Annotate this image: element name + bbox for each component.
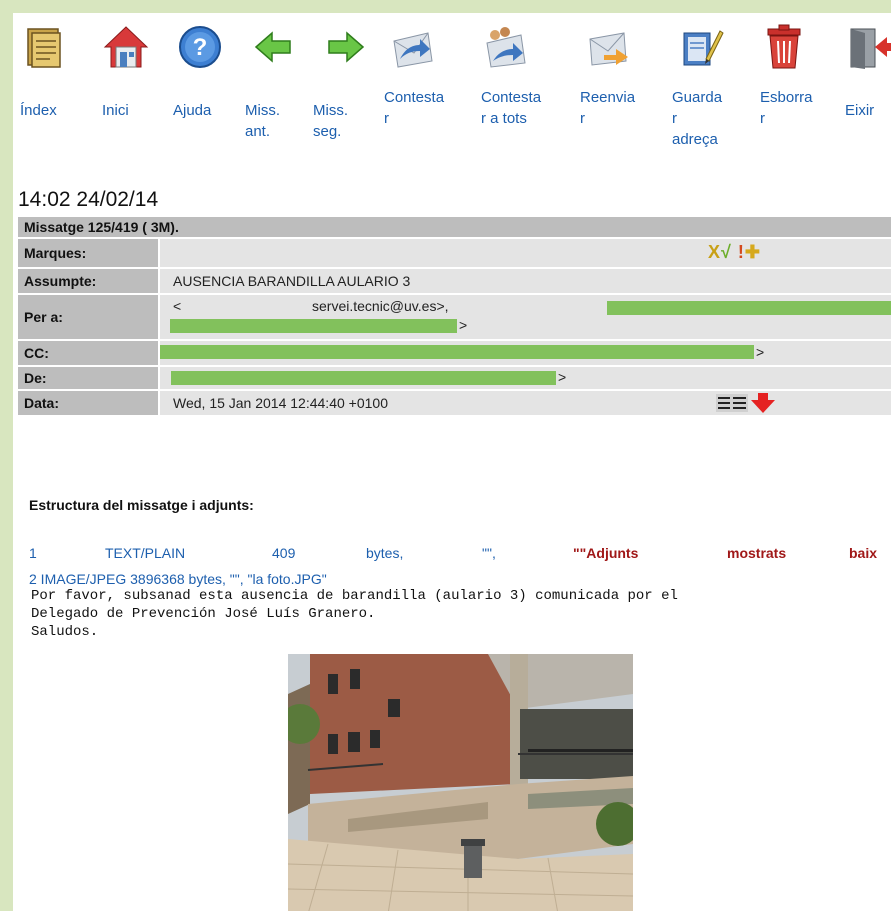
index-icon [27, 28, 61, 68]
flags-label-cell: Marques: [18, 239, 158, 267]
exit-door-icon [850, 28, 891, 69]
body-line: Saludos. [31, 624, 99, 640]
prev-message-label: Miss. ant. [245, 102, 280, 140]
date-value-cell: Wed, 15 Jan 2014 12:44:40 +0100 [160, 391, 891, 415]
redaction-bar [160, 345, 754, 359]
save-address-label: Guarda r adreça [672, 89, 723, 148]
reply-all-icon [486, 27, 526, 68]
date-row: Data: Wed, 15 Jan 2014 12:44:40 +0100 [18, 391, 891, 417]
part1-unit: bytes, [366, 545, 404, 561]
attached-photo[interactable] [288, 654, 633, 911]
from-value-cell: > [160, 367, 891, 389]
message-count: Missatge 125/419 ( 3M). [24, 219, 179, 235]
trash-icon [767, 24, 801, 69]
cc-label: CC: [24, 345, 49, 361]
flag-marks-icon[interactable]: X√ !✚ [708, 242, 761, 263]
body-line: Por favor, subsanad esta ausencia de bar… [31, 588, 678, 604]
date-label: Data: [24, 395, 60, 411]
cc-row: CC: > [18, 341, 891, 367]
attachments-note-3: baix [849, 545, 878, 561]
to-line2-end: > [459, 317, 468, 333]
flags-row: Marques: X√ !✚ [18, 239, 891, 269]
toolbar: Índex Inici ? Ajuda Miss. ant. Miss. seg… [13, 13, 891, 173]
mail-page: Índex Inici ? Ajuda Miss. ant. Miss. seg… [13, 13, 891, 911]
subject-label-cell: Assumpte: [18, 269, 158, 293]
redaction-bar [607, 301, 891, 315]
svg-text:?: ? [193, 34, 208, 61]
attachments-note-2: mostrats [727, 545, 787, 561]
attachments-note-1: ""Adjunts [573, 545, 639, 561]
next-message-label: Miss. seg. [313, 102, 348, 140]
part1-number[interactable]: 1 [29, 545, 37, 561]
current-time: 14:02 24/02/14 [18, 188, 159, 211]
to-row: Per a: < servei.tecnic@uv.es>, > > [18, 295, 891, 341]
flags-label: Marques: [24, 245, 87, 261]
part1-desc: "", [482, 545, 496, 561]
exit-label: Eixir [845, 102, 875, 119]
redaction-bar [170, 319, 457, 333]
body-line: Delegado de Prevención José Luís Granero… [31, 606, 376, 622]
from-label: De: [24, 370, 47, 386]
to-label-cell: Per a: [18, 295, 158, 339]
cc-end: > [756, 344, 765, 360]
cc-value-cell: > [160, 341, 891, 365]
help-icon: ? [179, 26, 221, 68]
help-label: Ajuda [173, 102, 212, 119]
subject-value-cell: AUSENCIA BARANDILLA AULARIO 3 [160, 269, 891, 293]
arrow-left-icon [254, 31, 291, 63]
download-arrow-icon[interactable] [750, 393, 776, 413]
to-prefix: < [173, 298, 182, 314]
forward-label: Reenvia r [580, 89, 636, 127]
subject-row: Assumpte: AUSENCIA BARANDILLA AULARIO 3 [18, 269, 891, 295]
subject-label: Assumpte: [24, 273, 97, 289]
to-email[interactable]: servei.tecnic@uv.es>, [312, 298, 449, 314]
from-label-cell: De: [18, 367, 158, 389]
cc-label-cell: CC: [18, 341, 158, 365]
subject-value: AUSENCIA BARANDILLA AULARIO 3 [173, 273, 411, 289]
date-value: Wed, 15 Jan 2014 12:44:40 +0100 [173, 395, 388, 411]
delete-label: Esborra r [760, 89, 813, 127]
part1-size: 409 [272, 545, 296, 561]
part2-attachment-link[interactable]: 2 IMAGE/JPEG 3896368 bytes, "", "la foto… [29, 571, 327, 587]
flags-value-cell: X√ !✚ [160, 239, 891, 267]
home-label: Inici [102, 102, 129, 119]
building-photo-image [288, 654, 633, 911]
to-value-cell: < servei.tecnic@uv.es>, > > [160, 295, 891, 339]
address-book-icon [683, 30, 724, 66]
part1-type[interactable]: TEXT/PLAIN [105, 545, 185, 561]
date-label-cell: Data: [18, 391, 158, 415]
from-row: De: > [18, 367, 891, 391]
reply-icon [393, 32, 433, 68]
structure-heading: Estructura del missatge i adjunts: [29, 497, 254, 513]
home-icon [103, 26, 149, 68]
reply-all-label: Contesta r a tots [481, 89, 542, 127]
reply-label: Contesta r [384, 89, 445, 127]
to-label: Per a: [24, 309, 63, 325]
from-end: > [558, 369, 567, 385]
full-headers-icon[interactable] [716, 394, 748, 412]
arrow-right-icon [328, 31, 365, 63]
forward-icon [589, 32, 628, 66]
index-label: Índex [20, 102, 57, 119]
message-count-bar: Missatge 125/419 ( 3M). [18, 217, 891, 237]
redaction-bar [171, 371, 556, 385]
